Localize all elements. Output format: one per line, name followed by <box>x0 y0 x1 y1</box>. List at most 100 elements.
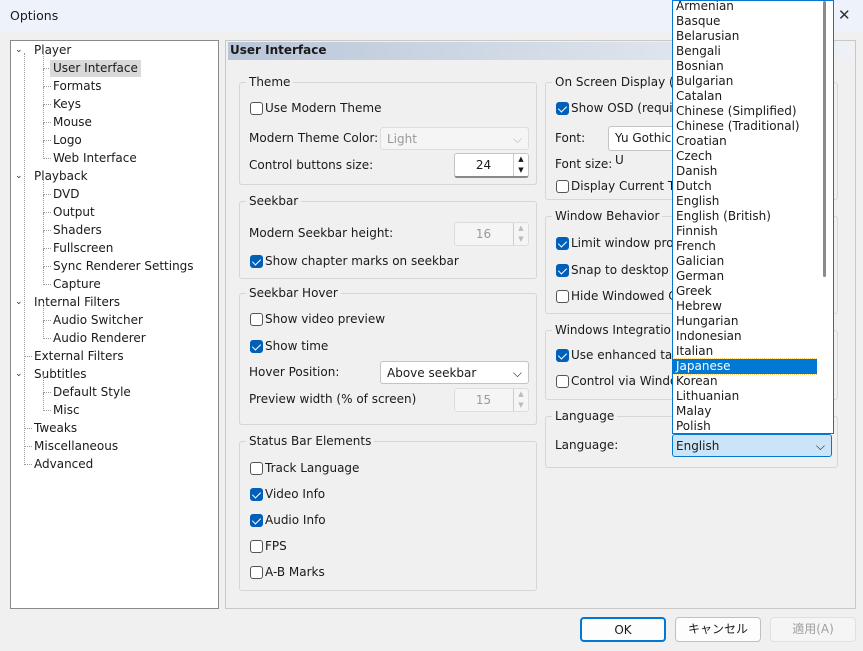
status-a-b-marks-checkbox[interactable] <box>250 566 263 579</box>
tree-item-internal-filters[interactable]: Internal Filters <box>31 294 123 311</box>
expand-chevron-icon[interactable]: ⌄ <box>15 369 23 379</box>
tree-item-sync-renderer-settings[interactable]: Sync Renderer Settings <box>50 258 197 275</box>
spin-buttons[interactable]: ▲ ▼ <box>513 223 528 245</box>
language-option[interactable]: Finnish <box>673 224 818 239</box>
language-option[interactable]: Dutch <box>673 179 818 194</box>
buttons-size-input[interactable]: 24 ▲ ▼ <box>454 153 529 178</box>
use-modern-theme-checkbox[interactable] <box>250 102 263 115</box>
language-option[interactable]: Chinese (Simplified) <box>673 104 818 119</box>
status-video-info-checkbox[interactable] <box>250 488 263 501</box>
options-tree[interactable]: ⌄ Player User Interface Formats Keys Mouse Log… <box>10 40 219 609</box>
language-option[interactable]: English <box>673 194 818 209</box>
tree-connector <box>43 177 44 195</box>
language-option[interactable]: Czech <box>673 149 818 164</box>
language-option[interactable]: Polish <box>673 419 818 433</box>
language-option[interactable]: Catalan <box>673 89 818 104</box>
expand-chevron-icon[interactable]: ⌄ <box>15 45 23 55</box>
language-option[interactable]: Bosnian <box>673 59 818 74</box>
scrollbar-thumb[interactable] <box>823 1 826 277</box>
tree-item-capture[interactable]: Capture <box>50 276 104 293</box>
status-audio-info-checkbox[interactable] <box>250 514 263 527</box>
language-option[interactable]: Korean <box>673 374 818 389</box>
use-modern-theme-label: Use Modern Theme <box>265 101 382 115</box>
language-option[interactable]: French <box>673 239 818 254</box>
theme-color-select[interactable]: Light ⌵ <box>380 127 529 150</box>
expand-chevron-icon[interactable]: ⌄ <box>15 171 23 181</box>
tree-item-fullscreen[interactable]: Fullscreen <box>50 240 116 257</box>
preview-width-input[interactable]: 15 ▲ ▼ <box>454 388 529 412</box>
hover-position-select[interactable]: Above seekbar ⌵ <box>380 361 529 384</box>
status-fps-checkbox[interactable] <box>250 540 263 553</box>
tree-item-shaders[interactable]: Shaders <box>50 222 105 239</box>
show-preview-checkbox[interactable] <box>250 313 263 326</box>
language-option[interactable]: Lithuanian <box>673 389 818 404</box>
tree-item-user-interface[interactable]: User Interface <box>50 60 141 77</box>
language-select[interactable]: English ⌵ <box>672 434 832 457</box>
language-option[interactable]: German <box>673 269 818 284</box>
tree-item-dvd[interactable]: DVD <box>50 186 82 203</box>
language-option[interactable]: Indonesian <box>673 329 818 344</box>
expand-chevron-icon[interactable]: ⌄ <box>15 297 23 307</box>
close-icon[interactable]: ✕ <box>838 6 851 24</box>
show-time-checkbox[interactable] <box>250 340 263 353</box>
language-option[interactable]: Greek <box>673 284 818 299</box>
tree-item-tweaks[interactable]: Tweaks <box>31 420 80 437</box>
language-option[interactable]: Italian <box>673 344 818 359</box>
language-option[interactable]: Croatian <box>673 134 818 149</box>
language-option[interactable]: Japanese <box>673 358 819 375</box>
language-option[interactable]: Malay <box>673 404 818 419</box>
language-option[interactable]: Galician <box>673 254 818 269</box>
spin-buttons[interactable]: ▲ ▼ <box>513 154 528 176</box>
tree-item-misc[interactable]: Misc <box>50 402 83 419</box>
language-option[interactable]: Bulgarian <box>673 74 818 89</box>
tree-item-external-filters[interactable]: External Filters <box>31 348 127 365</box>
tree-item-audio-switcher[interactable]: Audio Switcher <box>50 312 146 329</box>
spin-buttons[interactable]: ▲ ▼ <box>513 389 528 411</box>
tree-item-output[interactable]: Output <box>50 204 98 221</box>
show-osd-checkbox[interactable] <box>556 102 569 115</box>
ok-button[interactable]: OK <box>580 617 666 642</box>
tree-item-logo[interactable]: Logo <box>50 132 85 149</box>
language-option[interactable]: Basque <box>673 14 818 29</box>
cancel-button[interactable]: キャンセル <box>675 617 761 642</box>
language-dropdown-list[interactable]: Armenian Basque Belarusian Bengali Bosnian Bu… <box>672 0 834 434</box>
scrollbar[interactable] <box>817 1 833 433</box>
window-title: Options <box>10 8 59 23</box>
language-option[interactable]: Chinese (Traditional) <box>673 119 818 134</box>
chapter-marks-checkbox[interactable] <box>250 255 263 268</box>
tree-item-playback[interactable]: Playback <box>31 168 91 185</box>
group-title: Window Behavior <box>552 209 663 223</box>
seekbar-height-input[interactable]: 16 ▲ ▼ <box>454 222 529 246</box>
language-option[interactable]: Danish <box>673 164 818 179</box>
tree-item-keys[interactable]: Keys <box>50 96 84 113</box>
language-option[interactable]: Belarusian <box>673 29 818 44</box>
language-option[interactable]: English (British) <box>673 209 818 224</box>
language-option[interactable]: Hungarian <box>673 314 818 329</box>
tree-connector <box>43 375 44 393</box>
display-time-checkbox[interactable] <box>556 180 569 193</box>
tree-item-mouse[interactable]: Mouse <box>50 114 95 131</box>
language-option[interactable]: Armenian <box>673 1 818 14</box>
language-option[interactable]: Hebrew <box>673 299 818 314</box>
tree-item-formats[interactable]: Formats <box>50 78 105 95</box>
tree-item-miscellaneous[interactable]: Miscellaneous <box>31 438 121 455</box>
window-behavior-2-checkbox[interactable] <box>556 290 569 303</box>
windows-integration-1-checkbox[interactable] <box>556 375 569 388</box>
window-behavior-0-label: Limit window prope <box>571 236 689 250</box>
tree-item-player[interactable]: Player <box>31 42 74 59</box>
apply-button[interactable]: 適用(A) <box>770 617 856 642</box>
show-time-label: Show time <box>265 339 329 353</box>
tree-item-web-interface[interactable]: Web Interface <box>50 150 140 167</box>
tree-item-advanced[interactable]: Advanced <box>31 456 96 473</box>
window-behavior-0-checkbox[interactable] <box>556 237 569 250</box>
window-behavior-1-checkbox[interactable] <box>556 264 569 277</box>
font-select[interactable]: Yu Gothic U <box>608 126 678 167</box>
status-track-language-checkbox[interactable] <box>250 462 263 475</box>
tree-item-subtitles[interactable]: Subtitles <box>31 366 90 383</box>
group-title: Status Bar Elements <box>246 434 375 448</box>
tree-item-audio-renderer[interactable]: Audio Renderer <box>50 330 149 347</box>
buttons-size-value: 24 <box>475 158 492 172</box>
language-option[interactable]: Bengali <box>673 44 818 59</box>
tree-item-default-style[interactable]: Default Style <box>50 384 134 401</box>
windows-integration-0-checkbox[interactable] <box>556 349 569 362</box>
